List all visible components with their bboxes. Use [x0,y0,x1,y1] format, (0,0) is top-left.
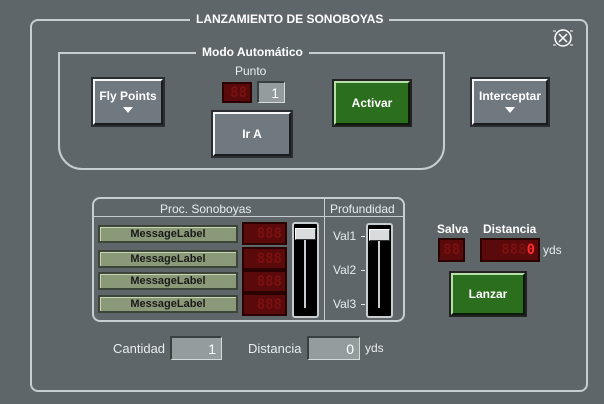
punto-field[interactable]: 1 [257,81,285,103]
message-label: MessageLabel [98,295,238,313]
punto-label: Punto [235,64,267,78]
cantidad-field[interactable]: 1 [170,336,222,360]
activar-button[interactable]: Activar [334,81,410,125]
group-header-divider [93,216,403,217]
proc-slider-rail [304,236,306,308]
proc-slider-thumb[interactable] [295,228,316,240]
salva-led-digits: 88 [443,242,460,258]
punto-led-digits: 88 [230,84,247,101]
interceptar-button[interactable]: Interceptar [472,79,548,125]
salva-led-display: 88 [438,238,465,262]
distancia-led-unit: yds [543,243,562,257]
message-label: MessageLabel [98,250,238,268]
lanzar-button[interactable]: Lanzar [451,273,525,315]
tick-mark [361,304,365,305]
proc-sonoboyas-title: Proc. Sonoboyas [160,202,252,216]
activar-label: Activar [351,96,393,110]
profundidad-slider-thumb[interactable] [369,229,390,241]
window-title: LANZAMIENTO DE SONOBOYAS [190,12,390,26]
proc-led-display: 888 [242,293,287,316]
interceptar-label: Interceptar [478,89,542,103]
group-column-divider [324,198,325,320]
ir-a-label: Ir A [242,127,262,141]
val1-label: Val1 [333,229,357,243]
tick-mark [361,270,365,271]
proc-led-digits: 888 [256,273,282,290]
proc-led-display: 888 [242,270,287,293]
distancia-led-value: 0 [526,242,535,258]
profundidad-title: Profundidad [330,202,395,216]
proc-led-display: 888 [242,247,287,270]
distancia-led-label: Distancia [483,222,537,236]
punto-led-display: 88 [222,82,252,103]
salva-label: Salva [437,222,469,236]
proc-led-display: 888 [242,222,287,245]
profundidad-slider-rail [378,236,380,308]
dropdown-arrow-icon [505,107,515,113]
proc-led-digits: 888 [256,250,282,267]
ir-a-button[interactable]: Ir A [213,112,291,156]
distancia-unit: yds [365,341,384,355]
message-label: MessageLabel [98,272,238,290]
close-icon[interactable] [551,27,575,49]
distancia-led-dim-digits: 888 [501,242,527,258]
proc-led-digits: 888 [256,225,282,242]
proc-led-digits: 888 [256,296,282,313]
message-label: MessageLabel [98,225,238,243]
val2-label: Val2 [333,263,357,277]
tick-mark [361,236,365,237]
lanzar-label: Lanzar [468,287,508,301]
modo-automatico-title: Modo Automático [196,45,309,59]
distancia-field[interactable]: 0 [307,336,360,360]
cantidad-label: Cantidad [113,341,166,356]
distancia-led-display: 888 0 [480,238,540,262]
fly-points-label: Fly Points [99,89,157,103]
distancia-label: Distancia [248,341,302,356]
val3-label: Val3 [333,297,357,311]
fly-points-button[interactable]: Fly Points [93,79,163,125]
dropdown-arrow-icon [123,107,133,113]
